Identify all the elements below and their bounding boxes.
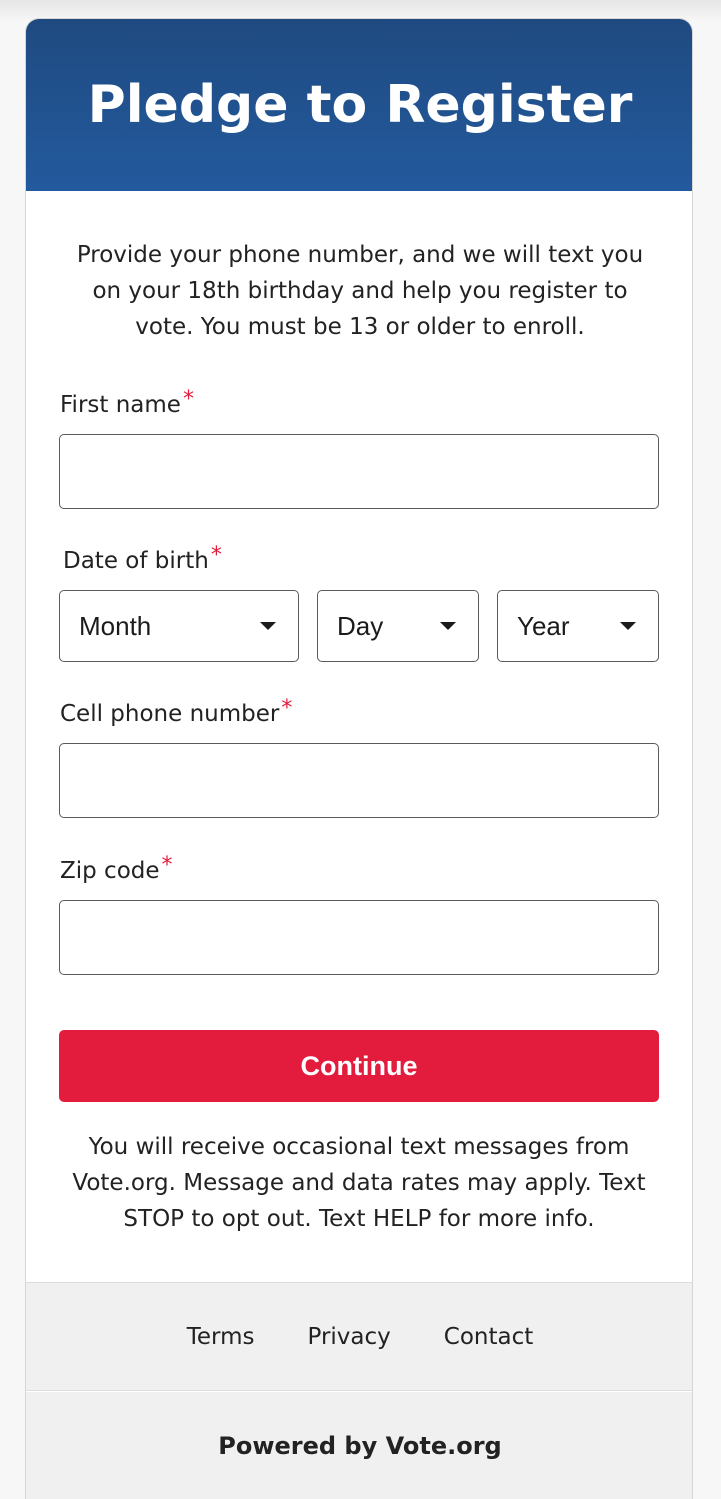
- date-of-birth-label-text: Date of birth: [63, 548, 209, 574]
- cell-phone-label: Cell phone number*: [60, 696, 292, 727]
- day-select[interactable]: Day: [317, 590, 479, 662]
- sms-disclaimer: You will receive occasional text message…: [72, 1134, 646, 1232]
- cell-phone-label-text: Cell phone number: [60, 701, 280, 727]
- continue-button[interactable]: Continue: [59, 1030, 659, 1102]
- required-marker: *: [210, 543, 222, 568]
- required-marker: *: [182, 387, 194, 412]
- first-name-input[interactable]: [59, 434, 659, 509]
- cell-phone-input[interactable]: [59, 743, 659, 818]
- date-of-birth-label: Date of birth*: [63, 543, 222, 574]
- footer-link-privacy[interactable]: Privacy: [307, 1324, 390, 1350]
- year-select[interactable]: Year: [497, 590, 659, 662]
- year-select-value: Year: [517, 610, 570, 641]
- first-name-label: First name*: [60, 387, 194, 418]
- pledge-card: Pledge to Register Provide your phone nu…: [25, 18, 693, 1499]
- header-banner: Pledge to Register: [26, 19, 692, 191]
- footer-link-contact[interactable]: Contact: [444, 1324, 533, 1350]
- required-marker: *: [161, 853, 173, 878]
- powered-by: Powered by Vote.org: [26, 1392, 692, 1499]
- required-marker: *: [281, 696, 293, 721]
- day-select-value: Day: [337, 610, 384, 641]
- page-title: Pledge to Register: [87, 75, 633, 135]
- footer-link-terms[interactable]: Terms: [187, 1324, 255, 1350]
- intro-text: Provide your phone number, and we will t…: [76, 242, 644, 340]
- chevron-down-icon: [260, 622, 276, 630]
- chevron-down-icon: [620, 622, 636, 630]
- chevron-down-icon: [440, 622, 456, 630]
- footer-links: Terms Privacy Contact: [26, 1282, 692, 1391]
- month-select-value: Month: [79, 610, 152, 641]
- zip-code-label-text: Zip code: [60, 858, 160, 884]
- zip-code-input[interactable]: [59, 900, 659, 975]
- first-name-label-text: First name: [60, 392, 181, 418]
- month-select[interactable]: Month: [59, 590, 299, 662]
- zip-code-label: Zip code*: [60, 853, 173, 884]
